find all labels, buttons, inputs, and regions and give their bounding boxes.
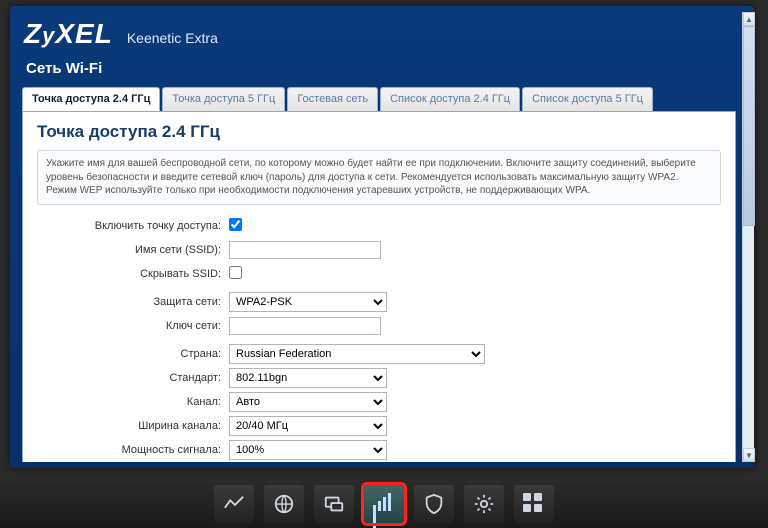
label-enable: Включить точку доступа:: [37, 220, 229, 232]
panel-title: Точка доступа 2.4 ГГц: [37, 122, 721, 142]
channel-select[interactable]: Авто: [229, 392, 387, 412]
brand-logo: ZyXEL: [24, 18, 113, 50]
scroll-down-button[interactable]: ▼: [743, 448, 755, 462]
label-ssid: Имя сети (SSID):: [37, 244, 229, 256]
scroll-up-button[interactable]: ▲: [743, 12, 755, 26]
label-power: Мощность сигнала:: [37, 444, 229, 456]
standard-select[interactable]: 802.11bgn: [229, 368, 387, 388]
nav-apps[interactable]: [514, 485, 554, 523]
tab-ap-5[interactable]: Точка доступа 5 ГГц: [162, 87, 285, 111]
scroll-thumb[interactable]: [743, 26, 755, 226]
gear-icon: [473, 493, 495, 515]
bottom-nav: [0, 480, 768, 528]
tx-power-select[interactable]: 100%: [229, 440, 387, 460]
label-country: Страна:: [37, 348, 229, 360]
tab-acl-24[interactable]: Список доступа 2.4 ГГц: [380, 87, 520, 111]
nav-lan[interactable]: [314, 485, 354, 523]
nav-firewall[interactable]: [414, 485, 454, 523]
device-model: Keenetic Extra: [127, 30, 218, 46]
chart-icon: [223, 493, 245, 515]
label-security: Защита сети:: [37, 296, 229, 308]
network-key-input[interactable]: [229, 317, 381, 335]
globe-icon: [273, 493, 295, 515]
monitor-icon: [323, 493, 345, 515]
tab-acl-5[interactable]: Список доступа 5 ГГц: [522, 87, 653, 111]
section-title: Сеть Wi-Fi: [16, 52, 742, 87]
country-select[interactable]: Russian Federation: [229, 344, 485, 364]
label-width: Ширина канала:: [37, 420, 229, 432]
wifi-form: Включить точку доступа: Имя сети (SSID):…: [37, 215, 721, 463]
signal-bars-icon: [373, 493, 395, 515]
shield-icon: [423, 493, 445, 515]
nav-internet[interactable]: [264, 485, 304, 523]
label-standard: Стандарт:: [37, 372, 229, 384]
hide-ssid-checkbox[interactable]: [229, 266, 242, 279]
ssid-input[interactable]: [229, 241, 381, 259]
nav-wifi[interactable]: [364, 485, 404, 523]
nav-settings[interactable]: [464, 485, 504, 523]
tab-strip: Точка доступа 2.4 ГГц Точка доступа 5 ГГ…: [16, 87, 742, 111]
tab-ap-24[interactable]: Точка доступа 2.4 ГГц: [22, 87, 160, 111]
label-key: Ключ сети:: [37, 320, 229, 332]
label-channel: Канал:: [37, 396, 229, 408]
vertical-scrollbar[interactable]: ▲ ▼: [742, 12, 754, 462]
tab-guest[interactable]: Гостевая сеть: [287, 87, 378, 111]
router-admin-window: ▲ ▼ ZyXEL Keenetic Extra Сеть Wi-Fi Точк…: [10, 6, 754, 468]
grid-icon: [523, 493, 545, 515]
security-select[interactable]: WPA2-PSK: [229, 292, 387, 312]
nav-dashboard[interactable]: [214, 485, 254, 523]
label-hide-ssid: Скрывать SSID:: [37, 268, 229, 280]
panel-hint: Укажите имя для вашей беспроводной сети,…: [37, 150, 721, 205]
settings-panel: Точка доступа 2.4 ГГц Укажите имя для ва…: [22, 111, 736, 462]
enable-ap-checkbox[interactable]: [229, 218, 242, 231]
channel-width-select[interactable]: 20/40 МГц: [229, 416, 387, 436]
